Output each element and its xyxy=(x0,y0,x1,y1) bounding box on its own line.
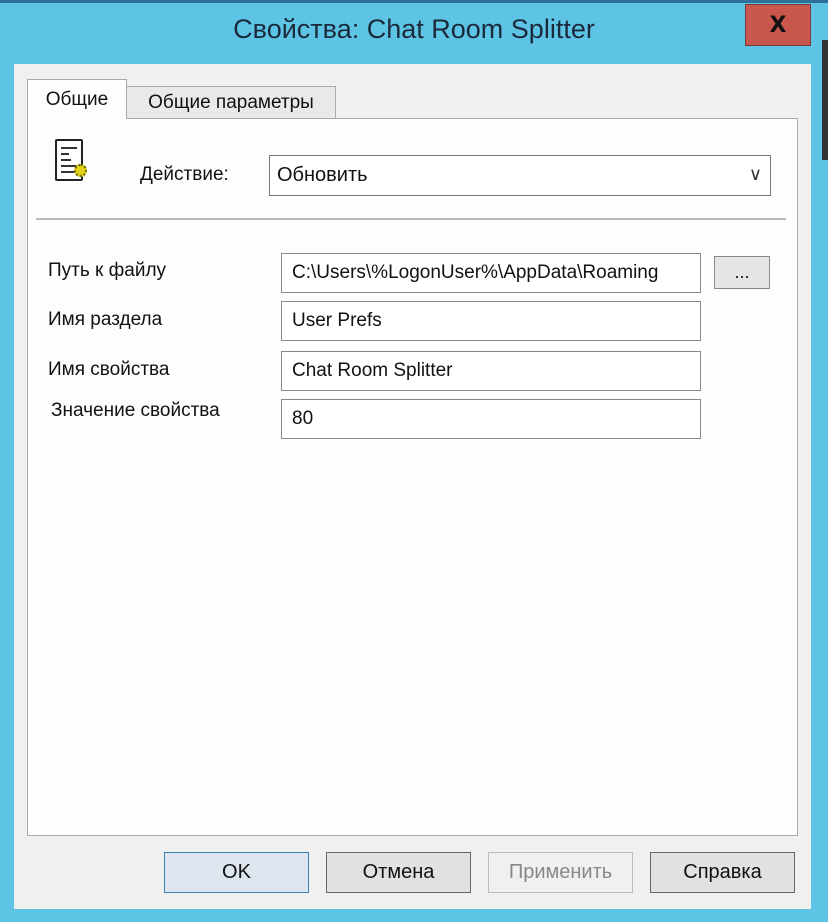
ok-button[interactable]: OK xyxy=(164,852,309,893)
property-value-label: Значение свойства xyxy=(51,400,220,421)
property-name-label: Имя свойства xyxy=(48,359,170,380)
section-name-input[interactable]: User Prefs xyxy=(281,301,701,341)
close-button[interactable]: X xyxy=(745,4,811,46)
gear-icon xyxy=(74,164,87,177)
file-path-label: Путь к файлу xyxy=(48,260,167,281)
tab-panel: Действие: Обновить ∨ Путь к файлу C:\Use… xyxy=(27,118,798,836)
dialog-client: Общие Общие параметры Действие: Обновить… xyxy=(14,64,811,909)
help-button[interactable]: Справка xyxy=(650,852,795,893)
apply-button[interactable]: Применить xyxy=(488,852,633,893)
chevron-down-icon: ∨ xyxy=(748,164,762,184)
action-value: Обновить xyxy=(277,164,368,186)
ini-file-icon xyxy=(55,139,87,181)
section-name-label: Имя раздела xyxy=(48,309,163,330)
property-name-input[interactable]: Chat Room Splitter xyxy=(281,351,701,391)
file-path-input[interactable]: C:\Users\%LogonUser%\AppData\Roaming xyxy=(281,253,701,293)
separator xyxy=(36,218,786,220)
browse-button[interactable]: ... xyxy=(714,256,770,289)
tab-general[interactable]: Общие xyxy=(27,79,127,119)
action-select[interactable]: Обновить ∨ xyxy=(269,155,771,196)
window-top-border xyxy=(0,0,828,3)
window-title: Свойства: Chat Room Splitter xyxy=(233,14,595,44)
action-label: Действие: xyxy=(140,164,229,185)
property-value-input[interactable]: 80 xyxy=(281,399,701,439)
cancel-button[interactable]: Отмена xyxy=(326,852,471,893)
background-window-edge xyxy=(822,40,828,160)
tab-common-options[interactable]: Общие параметры xyxy=(126,86,336,119)
